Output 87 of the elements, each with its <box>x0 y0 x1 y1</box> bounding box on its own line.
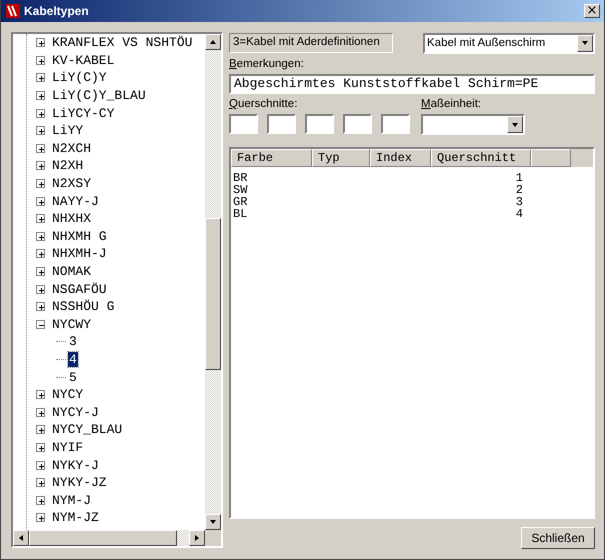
tree-item[interactable]: NYCY-J <box>51 404 100 420</box>
column-header[interactable]: Typ <box>312 149 370 167</box>
column-header[interactable]: Farbe <box>231 149 312 167</box>
cross-section-field[interactable] <box>343 114 372 134</box>
expand-icon[interactable] <box>36 478 45 488</box>
scroll-thumb[interactable] <box>205 218 221 370</box>
type-display: 3=Kabel mit Aderdefinitionen <box>229 33 393 53</box>
expand-icon[interactable] <box>36 161 45 170</box>
tree-item[interactable]: NYKY-J <box>51 458 100 473</box>
tree-item[interactable]: KV-KABEL <box>51 52 116 68</box>
close-dialog-button[interactable]: Schließen <box>521 527 595 549</box>
window-title: Kabeltypen <box>24 4 90 18</box>
tree-item[interactable]: NSSHÖU G <box>51 299 116 314</box>
column-header[interactable]: Querschnitt <box>431 149 531 167</box>
tree-item[interactable]: NYKY-JZ <box>51 475 108 490</box>
tree-item[interactable]: NSGAFÖU <box>51 282 108 297</box>
expand-icon[interactable] <box>36 408 45 417</box>
cross-section-field[interactable] <box>381 114 410 134</box>
tree-item[interactable]: 4 <box>68 352 78 367</box>
remarks-label: Bemerkungen: <box>229 58 305 72</box>
tree-item[interactable]: LiY(C)Y <box>51 70 108 86</box>
tree-item[interactable]: N2XH <box>51 158 84 174</box>
tree-item[interactable]: NYM-JZ <box>51 510 100 526</box>
expand-icon[interactable] <box>36 214 45 224</box>
tree-item[interactable]: LiYY <box>51 123 84 138</box>
cross-section-field[interactable] <box>229 114 258 134</box>
expand-icon[interactable] <box>36 460 45 470</box>
tree-item[interactable]: LiY(C)Y_BLAU <box>51 88 147 104</box>
expand-icon[interactable] <box>36 144 45 153</box>
vertical-scrollbar[interactable] <box>205 34 221 530</box>
expand-icon[interactable] <box>36 284 45 294</box>
table-cell-text: BL <box>232 208 248 220</box>
table-cell-text: 4 <box>514 208 524 220</box>
unit-label: Maßeinheit: <box>421 98 482 112</box>
remarks-field[interactable]: Abgeschirmtes Kunststoffkabel Schirm=PE <box>229 74 595 94</box>
column-header[interactable] <box>531 149 571 167</box>
tree-item[interactable]: 5 <box>68 370 78 385</box>
unit-dropdown[interactable] <box>421 114 525 135</box>
expand-icon[interactable] <box>36 179 45 188</box>
expand-icon[interactable] <box>36 302 45 312</box>
expand-icon[interactable] <box>36 442 45 452</box>
tree-item[interactable]: NYIF <box>51 440 84 455</box>
table-cell-text: 3 <box>514 196 524 208</box>
tree-item[interactable]: NYM-J <box>51 492 92 508</box>
tree-item[interactable]: NYCWY <box>51 316 92 332</box>
cross-section-field[interactable] <box>267 114 296 134</box>
table-cell-text: BR <box>232 172 248 184</box>
horizontal-scrollbar[interactable] <box>13 530 205 546</box>
expand-icon[interactable] <box>36 267 45 276</box>
tree-item[interactable]: LiYCY-CY <box>51 106 116 121</box>
table-cell-text: 2 <box>514 184 524 196</box>
tree-item[interactable]: NOMAK <box>51 264 92 280</box>
shield-dropdown[interactable]: Kabel mit Außenschirm <box>423 32 595 54</box>
cross-sections-label: Querschnitte: <box>229 98 298 112</box>
tree-item[interactable]: NYCY_BLAU <box>51 422 124 438</box>
tree-item[interactable]: N2XCH <box>51 140 92 156</box>
expand-icon[interactable] <box>36 513 45 522</box>
cross-section-field[interactable] <box>305 114 334 134</box>
expand-icon[interactable] <box>36 425 45 434</box>
expand-icon[interactable] <box>36 126 45 136</box>
table-cell-text: SW <box>232 184 248 196</box>
expand-icon[interactable] <box>36 249 45 258</box>
tree-item[interactable]: NHXHX <box>51 211 92 226</box>
expand-icon[interactable] <box>36 496 45 505</box>
expand-icon[interactable] <box>36 196 45 206</box>
column-header[interactable]: Index <box>370 149 431 167</box>
table-cell-text: 1 <box>514 172 524 184</box>
tree-item[interactable]: NAYY-J <box>51 194 100 209</box>
tree-item[interactable]: NYCY <box>51 387 84 402</box>
collapse-icon[interactable] <box>36 320 45 329</box>
tree-item[interactable]: NHXMH-J <box>51 246 108 262</box>
table-cell-text: GR <box>232 196 248 208</box>
tree-item[interactable]: N2XSY <box>51 176 92 192</box>
expand-icon[interactable] <box>36 390 45 400</box>
expand-icon[interactable] <box>36 232 45 241</box>
expand-icon[interactable] <box>36 73 45 82</box>
tree-item[interactable]: 3 <box>68 334 78 350</box>
tree-item[interactable]: NHXMH G <box>51 228 108 244</box>
close-button[interactable]: × <box>584 4 600 18</box>
expand-icon[interactable] <box>36 56 45 65</box>
app-logo-icon <box>5 3 21 19</box>
scroll-thumb[interactable] <box>29 530 177 546</box>
expand-icon[interactable] <box>36 38 45 48</box>
expand-icon[interactable] <box>36 108 45 118</box>
scrollbar-corner <box>205 530 221 546</box>
tree-item[interactable]: KRANFLEX VS NSHTÖU <box>51 35 194 50</box>
expand-icon[interactable] <box>36 91 45 100</box>
